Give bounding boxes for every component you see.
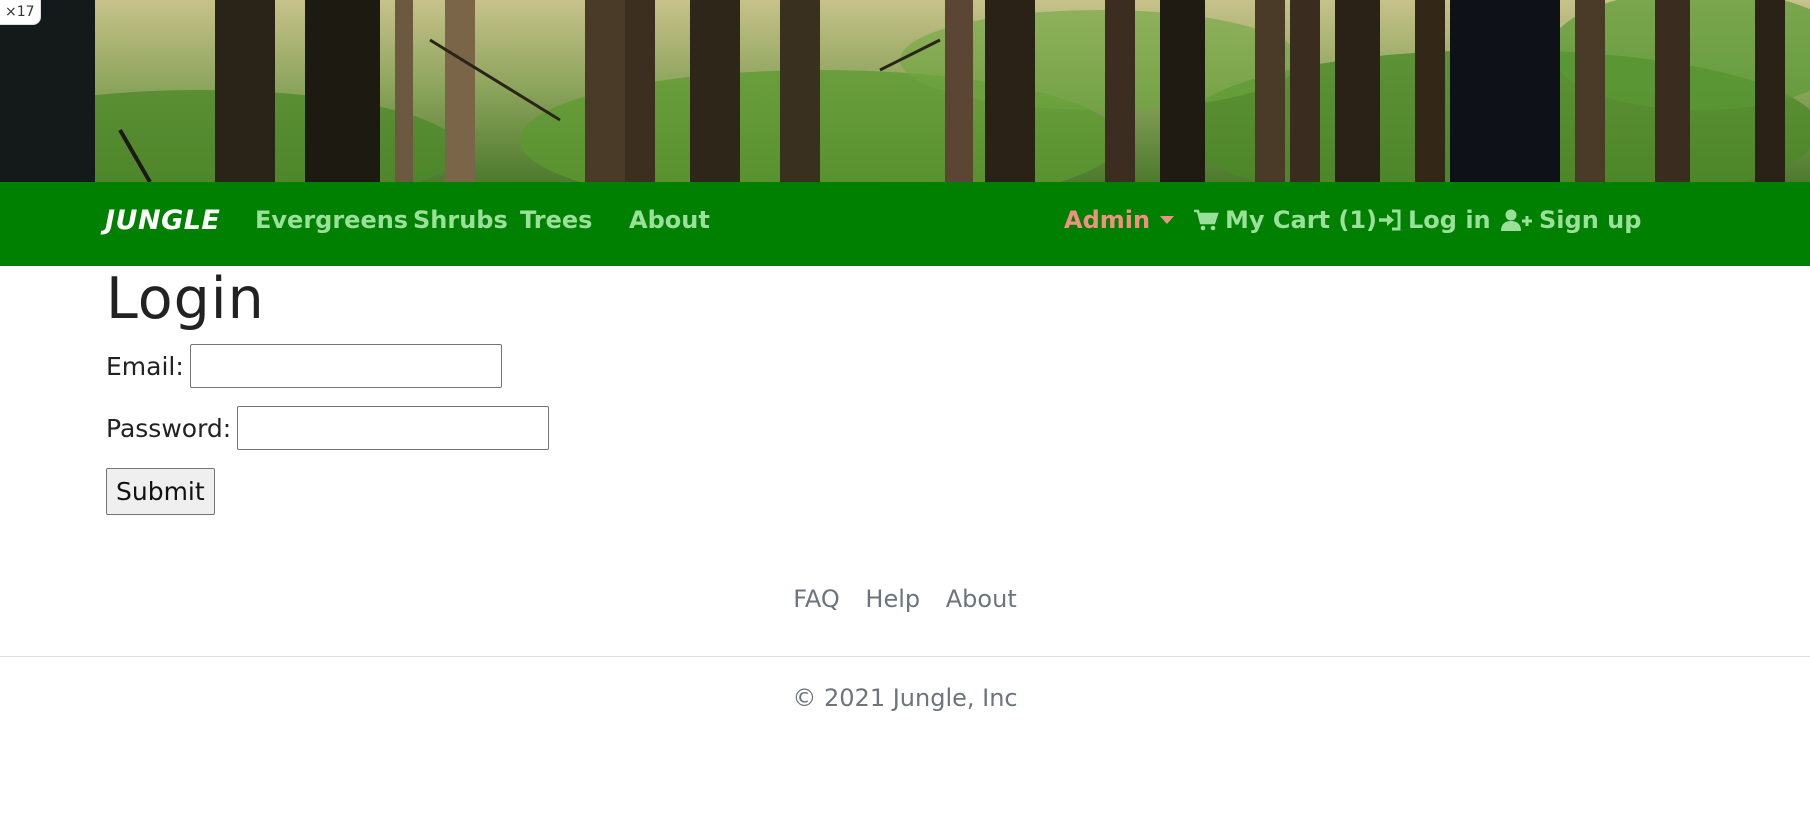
admin-dropdown[interactable]: Admin bbox=[1064, 206, 1175, 234]
login-content: Login bbox=[106, 266, 265, 332]
sign-in-icon bbox=[1378, 209, 1402, 237]
caret-down-icon bbox=[1160, 216, 1175, 224]
footer-link-help[interactable]: Help bbox=[865, 585, 920, 613]
email-row: Email: bbox=[106, 344, 502, 388]
my-cart-label: My Cart (1) bbox=[1225, 206, 1377, 234]
footer-divider bbox=[0, 656, 1810, 657]
footer-links: FAQ Help About bbox=[0, 585, 1810, 613]
forest-banner-image bbox=[0, 0, 1810, 182]
brand-logo[interactable]: JUNGLE bbox=[105, 205, 220, 236]
footer-link-about[interactable]: About bbox=[946, 585, 1017, 613]
shopping-cart-icon bbox=[1193, 209, 1219, 237]
zoom-badge: ×17 bbox=[0, 0, 41, 25]
nav-link-evergreens[interactable]: Evergreens bbox=[255, 206, 408, 234]
nav-link-shrubs[interactable]: Shrubs bbox=[413, 206, 508, 234]
password-row: Password: bbox=[106, 406, 550, 450]
nav-link-about[interactable]: About bbox=[629, 206, 710, 234]
password-field[interactable] bbox=[237, 406, 550, 450]
login-link[interactable]: Log in bbox=[1378, 206, 1491, 237]
my-cart-link[interactable]: My Cart (1) bbox=[1193, 206, 1377, 237]
submit-button[interactable]: Submit bbox=[106, 468, 215, 515]
footer-link-faq[interactable]: FAQ bbox=[793, 585, 840, 613]
user-plus-icon bbox=[1501, 209, 1533, 237]
signup-link[interactable]: Sign up bbox=[1501, 206, 1641, 237]
email-field[interactable] bbox=[189, 344, 502, 388]
top-navbar: JUNGLE Evergreens Shrubs Trees About Adm… bbox=[0, 182, 1810, 266]
copyright-text: © 2021 Jungle, Inc bbox=[792, 684, 1018, 712]
admin-dropdown-label: Admin bbox=[1064, 206, 1151, 234]
page-title: Login bbox=[106, 266, 265, 332]
email-label: Email: bbox=[106, 351, 184, 381]
nav-link-trees[interactable]: Trees bbox=[520, 206, 592, 234]
signup-label: Sign up bbox=[1539, 206, 1642, 234]
login-label: Log in bbox=[1408, 206, 1491, 234]
password-label: Password: bbox=[106, 413, 232, 443]
